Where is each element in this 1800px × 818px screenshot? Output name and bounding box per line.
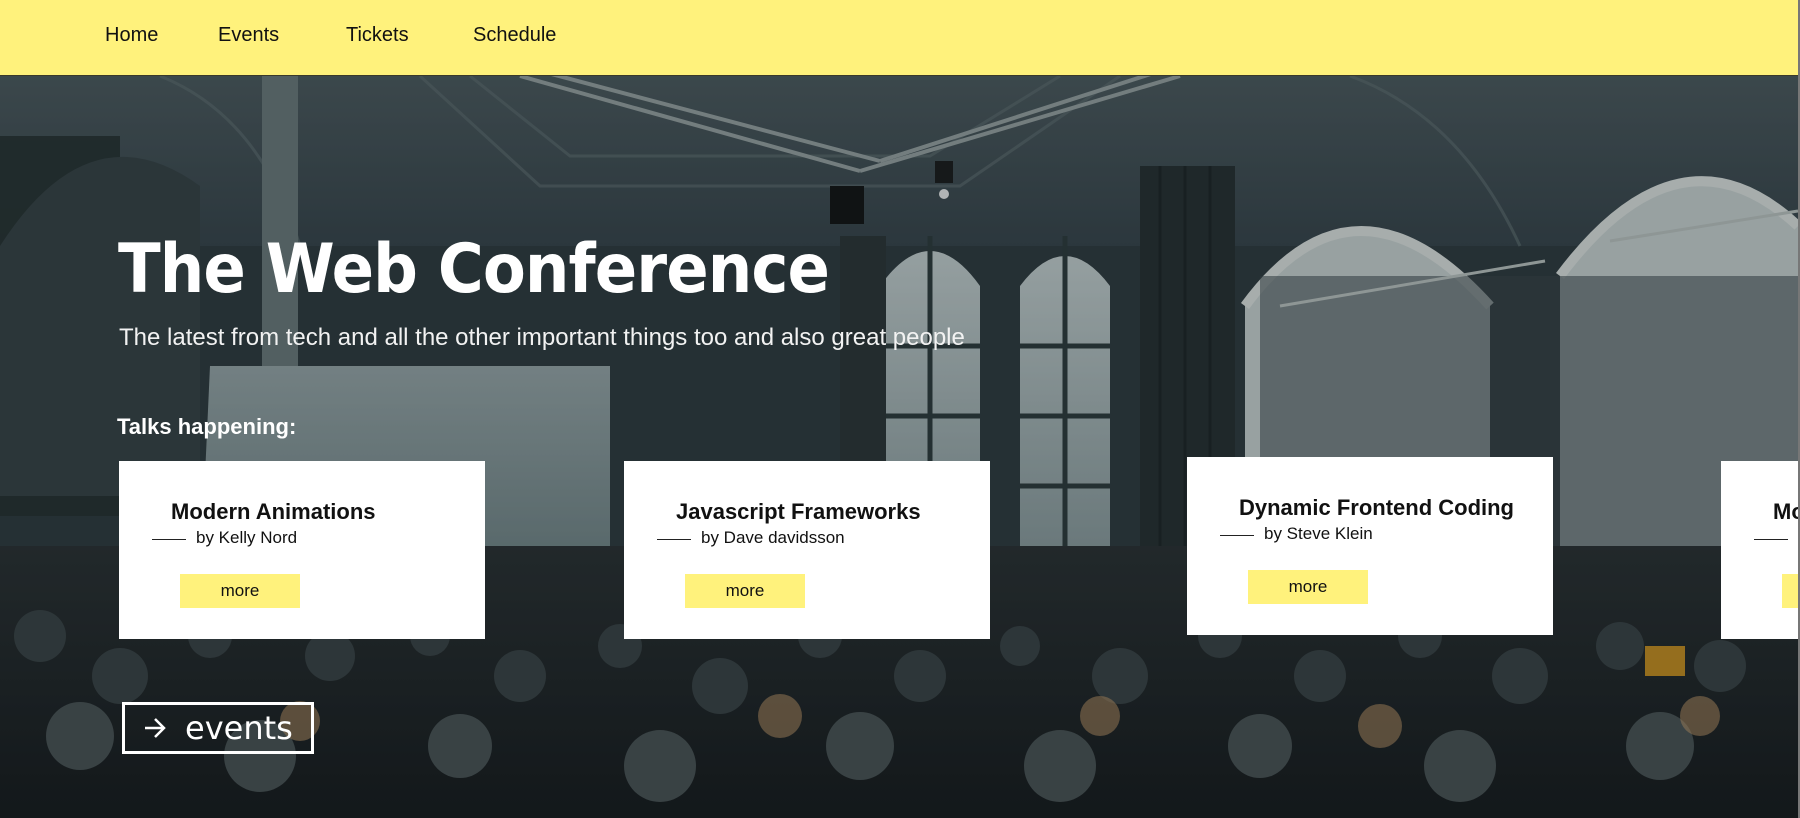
talk-author: by Steve Klein: [1264, 524, 1373, 543]
author-divider: [1220, 535, 1254, 536]
more-button[interactable]: [1782, 574, 1798, 608]
talk-author: by Dave davidsson: [701, 528, 845, 547]
events-button[interactable]: events: [122, 702, 314, 754]
events-button-label: events: [185, 709, 293, 747]
more-button[interactable]: more: [1248, 570, 1368, 604]
talk-card: Modern Animations by Kelly Nord more: [119, 461, 485, 639]
hero-section: The Web Conference The latest from tech …: [0, 76, 1798, 818]
talk-title: Modern Animations: [171, 499, 376, 524]
more-button[interactable]: more: [180, 574, 300, 608]
talk-card: Javascript Frameworks by Dave davidsson …: [624, 461, 990, 639]
nav-item-home[interactable]: Home: [105, 24, 158, 47]
page: Home Events Tickets Schedule The Web Con…: [0, 0, 1798, 818]
top-navbar: Home Events Tickets Schedule: [0, 0, 1798, 76]
talk-author: by Kelly Nord: [196, 528, 298, 547]
talk-card: Mo: [1721, 461, 1798, 639]
author-divider: [1754, 539, 1788, 540]
hero-title: The Web Conference: [118, 230, 830, 309]
nav-item-tickets[interactable]: Tickets: [346, 24, 409, 47]
arrow-right-icon: [145, 718, 166, 738]
talk-title: Dynamic Frontend Coding: [1239, 495, 1514, 520]
nav-item-events[interactable]: Events: [218, 24, 279, 47]
talk-card: Dynamic Frontend Coding by Steve Klein m…: [1187, 457, 1553, 635]
talk-title: Mo: [1773, 499, 1798, 524]
nav-item-schedule[interactable]: Schedule: [473, 24, 556, 47]
hero-subtitle: The latest from tech and all the other i…: [119, 324, 965, 351]
talk-title: Javascript Frameworks: [676, 499, 921, 524]
author-divider: [657, 539, 691, 540]
author-divider: [152, 539, 186, 540]
more-button[interactable]: more: [685, 574, 805, 608]
talks-heading: Talks happening:: [117, 414, 297, 439]
